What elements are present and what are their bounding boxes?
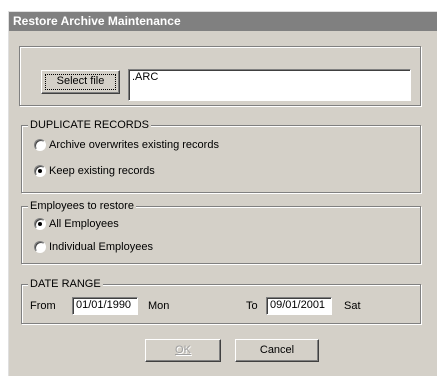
select-file-button[interactable]: Select file xyxy=(41,70,120,94)
ok-label: OK xyxy=(175,344,191,356)
radio-button[interactable] xyxy=(34,241,46,253)
from-label: From xyxy=(30,300,56,312)
radio-button[interactable] xyxy=(34,218,46,230)
window-title: Restore Archive Maintenance xyxy=(13,14,181,28)
archive-path-field[interactable]: .ARC xyxy=(128,69,411,101)
to-label: To xyxy=(246,300,258,312)
to-date-field[interactable]: 09/01/2001 xyxy=(266,297,332,315)
to-day-label: Sat xyxy=(344,300,361,312)
radio-button[interactable] xyxy=(34,165,46,177)
cancel-button[interactable]: Cancel xyxy=(235,339,319,362)
title-bar[interactable]: Restore Archive Maintenance xyxy=(9,12,437,31)
date-range-legend: DATE RANGE xyxy=(28,277,103,291)
duplicate-records-legend: DUPLICATE RECORDS xyxy=(28,118,151,132)
radio-label: All Employees xyxy=(49,218,119,230)
file-group: Select file .ARC xyxy=(19,46,421,106)
archive-path-value: .ARC xyxy=(132,71,159,83)
radio-button[interactable] xyxy=(34,139,46,151)
radio-selected-dot xyxy=(38,169,42,173)
radio-label: Keep existing records xyxy=(49,165,155,177)
employees-legend: Employees to restore xyxy=(28,199,136,213)
radio-label: Archive overwrites existing records xyxy=(49,139,219,151)
from-date-field[interactable]: 01/01/1990 xyxy=(72,297,138,315)
radio-selected-dot xyxy=(38,222,42,226)
employees-group: Employees to restore All Employees Indiv… xyxy=(21,199,421,264)
date-range-group: DATE RANGE From 01/01/1990 Mon To 09/01/… xyxy=(21,277,421,324)
dialog-window: Restore Archive Maintenance Select file … xyxy=(8,11,437,376)
to-date-value: 09/01/2001 xyxy=(270,299,326,311)
cancel-label: Cancel xyxy=(259,344,295,356)
from-date-value: 01/01/1990 xyxy=(76,299,132,311)
radio-label: Individual Employees xyxy=(49,241,153,253)
ok-button[interactable]: OK xyxy=(145,339,221,362)
select-file-label: Select file xyxy=(56,75,105,87)
duplicate-records-group: DUPLICATE RECORDS Archive overwrites exi… xyxy=(21,118,421,193)
from-day-label: Mon xyxy=(148,300,170,312)
